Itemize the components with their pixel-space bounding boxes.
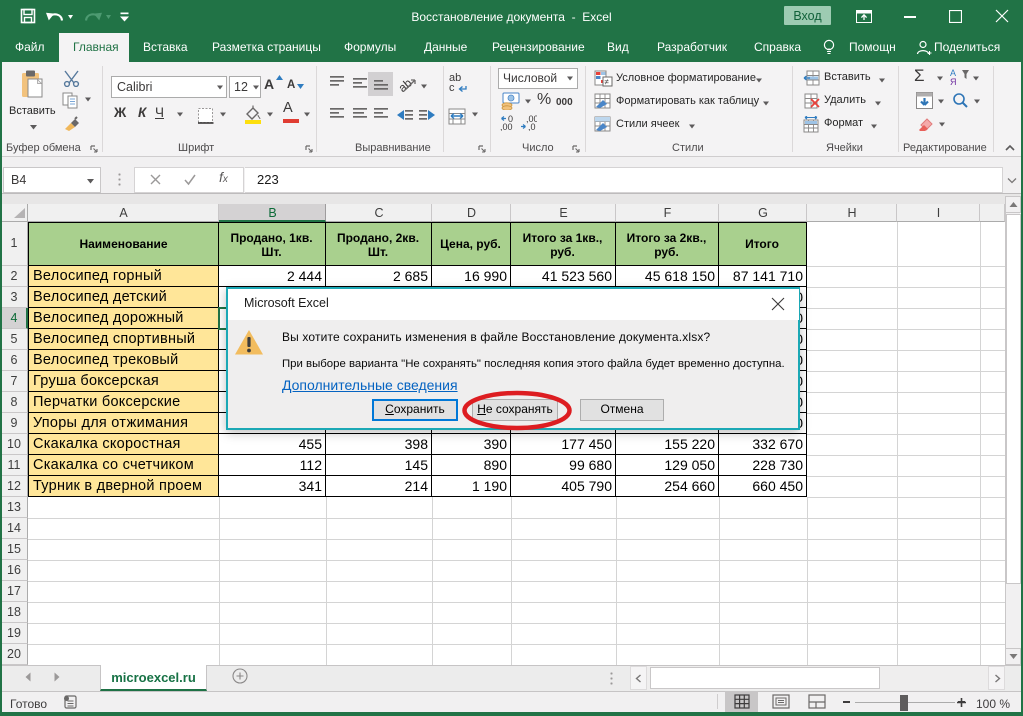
svg-text:ab: ab — [398, 76, 415, 94]
svg-text:Я: Я — [950, 77, 957, 86]
svg-text:,00: ,00 — [500, 122, 513, 131]
svg-text:,0: ,0 — [528, 122, 536, 131]
svg-text:≠: ≠ — [605, 78, 610, 87]
